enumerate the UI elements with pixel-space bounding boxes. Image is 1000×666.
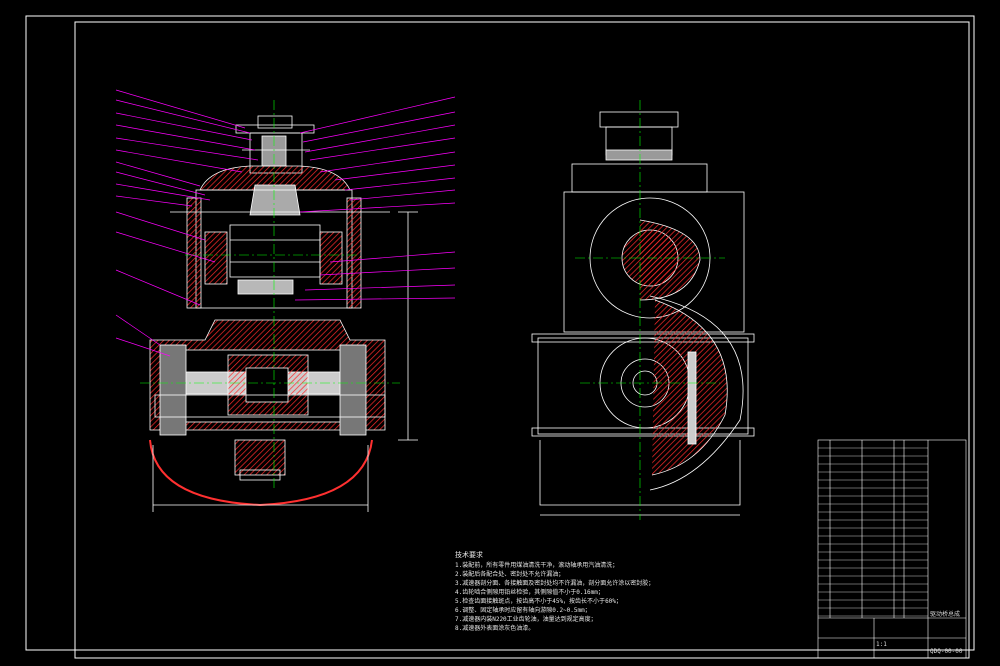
note-item: 3.减速器剖分面、各接触面及密封处均不许漏油，剖分面允许涂以密封胶； (455, 580, 655, 587)
technical-requirements: 技术要求 1.装配前，所有零件用煤油清洗干净，滚动轴承用汽油清洗； 2.装配后各… (455, 551, 755, 633)
note-item: 7.减速器内装N220工业齿轮油，油量达到规定高度； (455, 616, 597, 623)
drawing-code: QDQ-00-00 (930, 648, 963, 655)
side-view (531, 111, 755, 516)
notes-title: 技术要求 (455, 551, 483, 559)
note-item: 4.齿轮啮合侧隙用铅丝检验，其侧隙值不小于0.16mm； (455, 589, 604, 596)
note-item: 5.检查齿面接触斑点，按齿高不小于45%，按齿长不小于60%； (455, 598, 622, 605)
note-item: 6.调整、固定轴承时应留有轴向游隙0.2~0.5mm； (455, 607, 591, 614)
section-view (149, 115, 418, 512)
note-item: 1.装配前，所有零件用煤油清洗干净，滚动轴承用汽油清洗； (455, 562, 619, 569)
drawing-scale: 1:1 (876, 641, 887, 648)
note-item: 2.装配后各配合处、密封处不允许漏油； (455, 571, 565, 578)
parts-list-rows (818, 447, 928, 617)
note-item: 8.减速器外表面涂灰色油漆。 (455, 625, 535, 632)
leader-lines-right (294, 96, 456, 301)
side-centerlines (575, 100, 725, 520)
title-block: 1:1 驱动桥总成 QDQ-00-00 (818, 611, 966, 661)
drawing-name: 驱动桥总成 (930, 611, 961, 618)
parts-list-table (817, 439, 967, 659)
